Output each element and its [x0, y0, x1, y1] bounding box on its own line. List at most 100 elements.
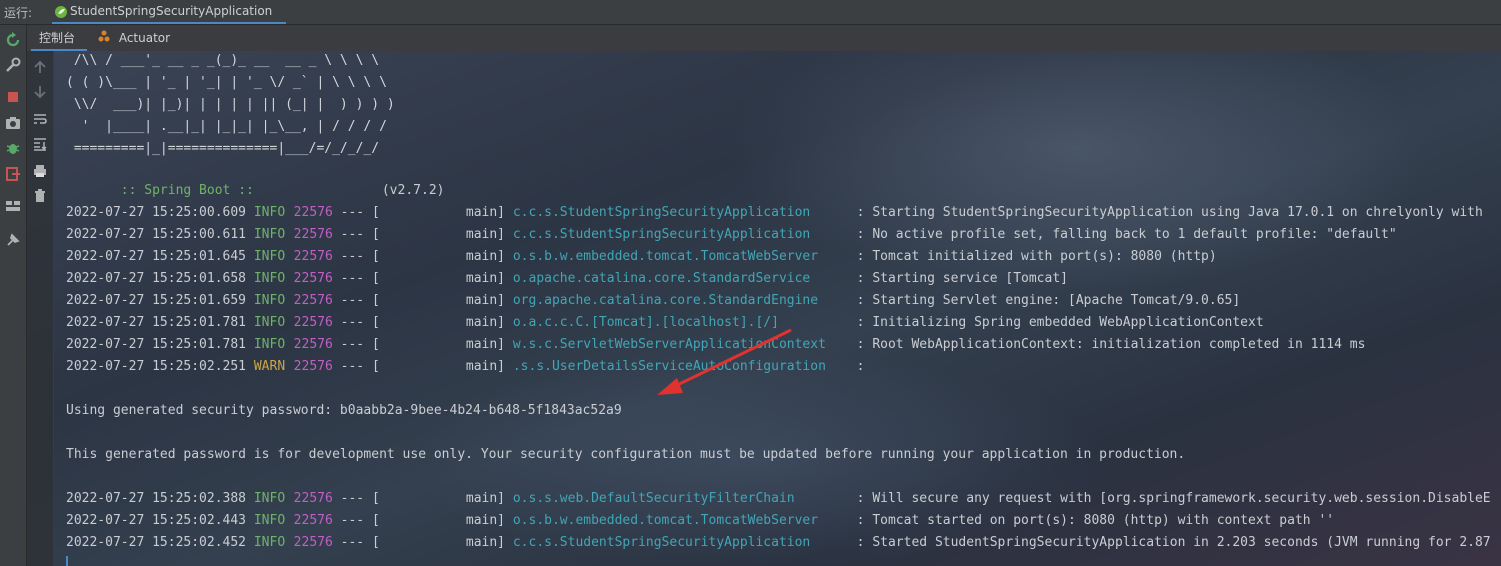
soft-wrap-icon[interactable] — [32, 111, 48, 127]
stop-icon[interactable] — [4, 88, 22, 106]
print-icon[interactable] — [32, 163, 48, 179]
log-timestamp: 2022-07-27 15:25:02.443 — [66, 513, 247, 528]
log-logger: c.c.s.StudentSpringSecurityApplication — [512, 535, 811, 550]
log-pid: 22576 — [293, 249, 333, 264]
log-level: INFO — [253, 293, 286, 308]
log-timestamp: 2022-07-27 15:25:02.251 — [66, 359, 247, 374]
log-message: : Tomcat initialized with port(s): 8080 … — [856, 249, 1217, 264]
log-logger: o.s.b.w.embedded.tomcat.TomcatWebServer — [512, 249, 819, 264]
camera-icon[interactable] — [4, 114, 22, 132]
console-output[interactable]: /\\ / ___'_ __ _ _(_)_ __ __ _ \ \ \ \ (… — [27, 51, 1501, 566]
generated-password-line: Using generated security password: b0aab… — [66, 403, 622, 418]
log-logger: c.c.s.StudentSpringSecurityApplication — [512, 227, 811, 242]
run-config-tab-label: StudentSpringSecurityApplication — [70, 4, 273, 18]
run-side-toolbar — [0, 25, 27, 566]
log-logger: o.s.b.w.embedded.tomcat.TomcatWebServer — [512, 513, 819, 528]
log-message: : No active profile set, falling back to… — [856, 227, 1397, 242]
log-line: 2022-07-27 15:25:01.781 INFO 22576 --- [… — [66, 312, 1264, 334]
log-thread: main] — [465, 359, 506, 374]
banner-line: =========|_|==============|___/=/_/_/_/ — [66, 141, 380, 156]
log-logger: .s.s.UserDetailsServiceAutoConfiguration — [512, 359, 826, 374]
log-pid: 22576 — [293, 359, 333, 374]
log-pid: 22576 — [293, 315, 333, 330]
tab-console[interactable]: 控制台 — [31, 25, 87, 51]
log-timestamp: 2022-07-27 15:25:01.781 — [66, 337, 247, 352]
log-thread: main] — [465, 249, 506, 264]
spring-boot-version: (v2.7.2) — [381, 183, 445, 198]
tab-actuator[interactable]: Actuator — [97, 25, 177, 51]
log-line: 2022-07-27 15:25:02.251 WARN 22576 --- [… — [66, 356, 865, 378]
log-level: INFO — [253, 491, 286, 506]
log-thread: main] — [465, 315, 506, 330]
log-level: INFO — [253, 227, 286, 242]
log-level: INFO — [253, 205, 286, 220]
text-cursor — [66, 556, 68, 566]
run-label: 运行: — [4, 6, 33, 20]
log-pid: 22576 — [293, 271, 333, 286]
log-message: : — [856, 359, 865, 374]
log-line: 2022-07-27 15:25:02.443 INFO 22576 --- [… — [66, 510, 1334, 532]
actuator-icon — [97, 26, 111, 52]
log-thread: main] — [465, 337, 506, 352]
up-icon[interactable] — [32, 59, 48, 75]
bug-icon[interactable] — [4, 139, 22, 157]
layout-icon[interactable] — [4, 197, 22, 215]
scroll-end-icon[interactable] — [32, 136, 48, 152]
log-timestamp: 2022-07-27 15:25:02.452 — [66, 535, 247, 550]
log-pid: 22576 — [293, 293, 333, 308]
banner-line: /\\ / ___'_ __ _ _(_)_ __ __ _ \ \ \ \ — [66, 53, 380, 68]
log-level: WARN — [253, 359, 286, 374]
log-separator: --- [ — [340, 271, 380, 286]
log-separator: --- [ — [340, 337, 380, 352]
trash-icon[interactable] — [32, 188, 48, 204]
log-timestamp: 2022-07-27 15:25:00.611 — [66, 227, 247, 242]
spring-boot-version-line: :: Spring Boot :: (v2.7.2) — [66, 158, 445, 198]
log-pid: 22576 — [293, 535, 333, 550]
log-timestamp: 2022-07-27 15:25:01.781 — [66, 315, 247, 330]
pin-icon[interactable] — [4, 231, 22, 249]
log-line: 2022-07-27 15:25:00.609 INFO 22576 --- [… — [66, 202, 1483, 224]
dev-warning-line: This generated password is for developme… — [66, 447, 1186, 462]
log-message: : Starting Servlet engine: [Apache Tomca… — [856, 293, 1241, 308]
log-message: : Initializing Spring embedded WebApplic… — [856, 315, 1264, 330]
log-timestamp: 2022-07-27 15:25:01.659 — [66, 293, 247, 308]
log-logger: c.c.s.StudentSpringSecurityApplication — [512, 205, 811, 220]
log-thread: main] — [465, 227, 506, 242]
log-separator: --- [ — [340, 249, 380, 264]
banner-line: ( ( )\___ | '_ | '_| | '_ \/ _` | \ \ \ … — [66, 75, 387, 90]
log-thread: main] — [465, 513, 506, 528]
log-logger: o.apache.catalina.core.StandardService — [512, 271, 811, 286]
log-logger: w.s.c.ServletWebServerApplicationContext — [512, 337, 826, 352]
log-pid: 22576 — [293, 337, 333, 352]
log-message: : Starting StudentSpringSecurityApplicat… — [856, 205, 1483, 220]
log-separator: --- [ — [340, 293, 380, 308]
log-line: 2022-07-27 15:25:01.659 INFO 22576 --- [… — [66, 290, 1240, 312]
log-separator: --- [ — [340, 491, 380, 506]
log-level: INFO — [253, 337, 286, 352]
log-level: INFO — [253, 535, 286, 550]
log-message: : Will secure any request with [org.spri… — [856, 491, 1491, 506]
log-logger: o.s.s.web.DefaultSecurityFilterChain — [512, 491, 795, 506]
rerun-icon[interactable] — [4, 31, 22, 49]
log-logger: o.a.c.c.C.[Tomcat].[localhost].[/] — [512, 315, 779, 330]
log-separator: --- [ — [340, 513, 380, 528]
down-icon[interactable] — [32, 84, 48, 100]
log-separator: --- [ — [340, 315, 380, 330]
run-config-tab[interactable]: StudentSpringSecurityApplication — [52, 0, 286, 24]
exit-icon[interactable] — [4, 165, 22, 183]
spring-boot-label: :: Spring Boot :: — [112, 183, 254, 198]
log-thread: main] — [465, 271, 506, 286]
log-message: : Starting service [Tomcat] — [856, 271, 1068, 286]
log-pid: 22576 — [293, 205, 333, 220]
log-level: INFO — [253, 315, 286, 330]
log-timestamp: 2022-07-27 15:25:01.645 — [66, 249, 247, 264]
console-text: /\\ / ___'_ __ _ _(_)_ __ __ _ \ \ \ \ (… — [66, 51, 1501, 566]
wrench-icon[interactable] — [4, 56, 22, 74]
log-line: 2022-07-27 15:25:02.452 INFO 22576 --- [… — [66, 532, 1491, 554]
log-timestamp: 2022-07-27 15:25:02.388 — [66, 491, 247, 506]
log-pid: 22576 — [293, 227, 333, 242]
log-separator: --- [ — [340, 359, 380, 374]
log-logger: org.apache.catalina.core.StandardEngine — [512, 293, 819, 308]
log-level: INFO — [253, 249, 286, 264]
log-pid: 22576 — [293, 513, 333, 528]
